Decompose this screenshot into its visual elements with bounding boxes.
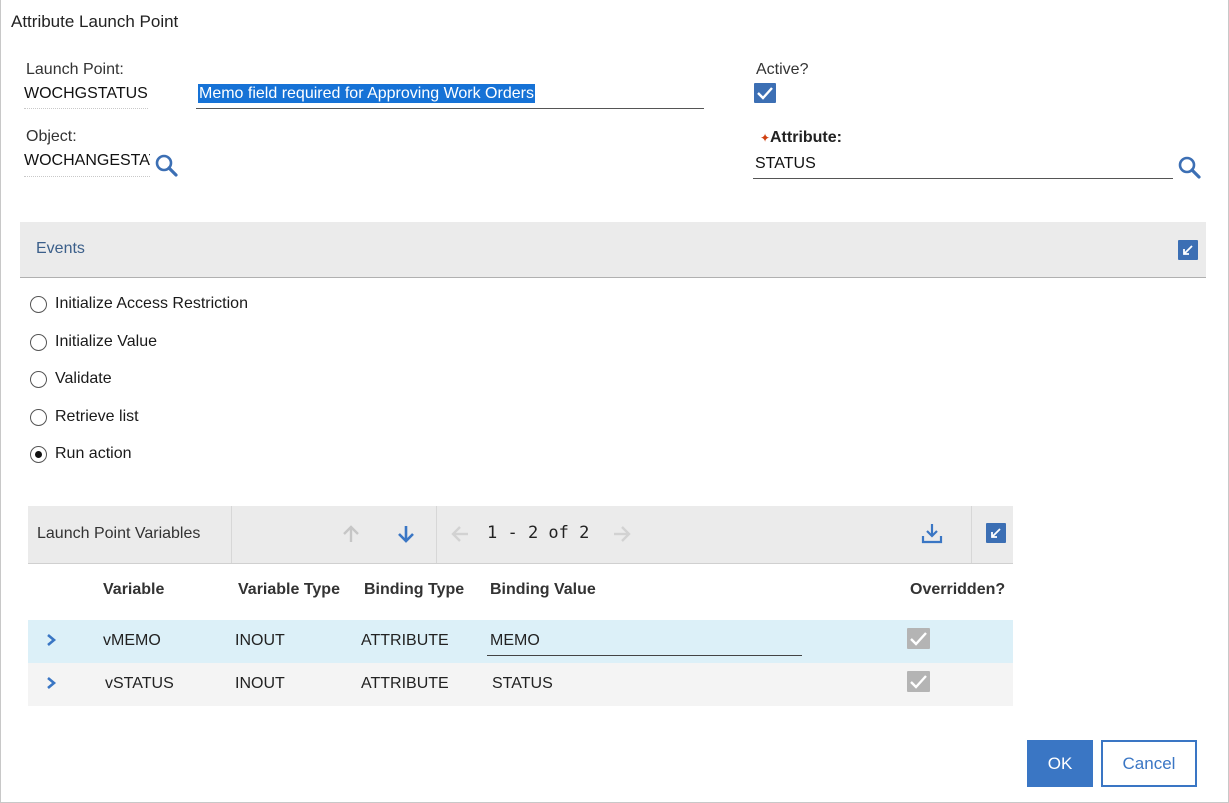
launch-point-label: Launch Point: [26,61,124,78]
table-header-row: Variable Variable Type Binding Type Bind… [28,563,1013,620]
table-row[interactable]: vSTATUS INOUT ATTRIBUTE STATUS [28,663,1013,706]
event-option-initialize-access-restriction[interactable]: Initialize Access Restriction [30,293,248,315]
move-up-arrow-icon[interactable] [340,523,362,550]
event-option-label: Validate [55,370,112,387]
object-search-icon[interactable] [154,153,180,179]
object-field[interactable]: WOCHANGESTATUS [24,152,150,177]
expand-row-chevron-icon[interactable] [44,632,58,648]
cell-variable-type: INOUT [235,675,285,692]
ok-button[interactable]: OK [1027,740,1093,787]
object-label: Object: [26,128,77,145]
event-option-retrieve-list[interactable]: Retrieve list [30,406,139,428]
cell-binding-type: ATTRIBUTE [361,632,449,649]
events-section-header: Events [20,222,1206,278]
table-title: Launch Point Variables [37,525,201,542]
column-header-overridden[interactable]: Overridden? [910,581,1005,599]
attribute-value: STATUS [755,155,816,172]
toolbar-divider [971,506,972,563]
event-option-validate[interactable]: Validate [30,368,112,390]
next-page-arrow-icon[interactable] [611,523,633,550]
overridden-checkbox[interactable] [907,628,930,649]
events-collapse-icon[interactable] [1178,240,1198,260]
events-title: Events [36,240,85,257]
column-header-variable-type[interactable]: Variable Type [238,581,340,599]
event-option-label: Initialize Access Restriction [55,295,248,312]
table-toolbar: Launch Point Variables 1 - 2 of 2 [28,506,1013,563]
column-header-binding-value[interactable]: Binding Value [490,581,596,599]
pager-text: 1 - 2 of 2 [487,523,590,543]
download-icon[interactable] [920,522,944,551]
move-down-arrow-icon[interactable] [395,523,417,550]
description-field[interactable]: Memo field required for Approving Work O… [196,82,704,109]
event-option-initialize-value[interactable]: Initialize Value [30,331,157,353]
attribute-launch-point-dialog: Attribute Launch Point Launch Point: WOC… [0,0,1229,803]
attribute-search-icon[interactable] [1177,155,1203,181]
column-header-binding-type[interactable]: Binding Type [364,581,464,599]
toolbar-divider [436,506,437,563]
description-selected-text: Memo field required for Approving Work O… [198,84,535,103]
cell-variable: vSTATUS [105,675,174,692]
radio-button[interactable] [30,295,47,313]
launch-point-field[interactable]: WOCHGSTATUS [24,85,148,109]
event-option-label: Run action [55,445,132,462]
overridden-checkbox[interactable] [907,671,930,692]
radio-button[interactable] [30,408,47,426]
radio-button-selected[interactable] [30,445,47,463]
cell-variable-type: INOUT [235,632,285,649]
binding-value-field[interactable]: MEMO [487,626,802,656]
event-option-label: Initialize Value [55,333,157,350]
cancel-button[interactable]: Cancel [1101,740,1197,787]
binding-value-text: MEMO [490,632,540,649]
cell-variable: vMEMO [103,632,161,649]
previous-page-arrow-icon[interactable] [449,523,471,550]
radio-button[interactable] [30,333,47,351]
toolbar-divider [231,506,232,563]
expand-row-chevron-icon[interactable] [44,675,58,691]
active-checkbox[interactable] [754,83,776,103]
table-row[interactable]: vMEMO INOUT ATTRIBUTE MEMO [28,620,1013,663]
table-collapse-icon[interactable] [986,523,1006,543]
column-header-variable[interactable]: Variable [103,581,164,599]
dialog-title: Attribute Launch Point [11,12,179,31]
cell-binding-type: ATTRIBUTE [361,675,449,692]
radio-button[interactable] [30,370,47,388]
cell-binding-value: STATUS [492,675,553,692]
event-option-label: Retrieve list [55,408,139,425]
event-option-run-action[interactable]: Run action [30,443,132,465]
checkmark-icon [910,675,927,689]
active-label: Active? [756,61,809,78]
launch-point-variables-table: Launch Point Variables 1 - 2 of 2 Variab… [28,506,1013,706]
checkmark-icon [910,632,927,646]
attribute-field[interactable]: STATUS [753,152,1173,179]
required-indicator: ✦ [760,131,771,145]
checkmark-icon [757,87,773,100]
attribute-label: Attribute: [770,129,842,146]
